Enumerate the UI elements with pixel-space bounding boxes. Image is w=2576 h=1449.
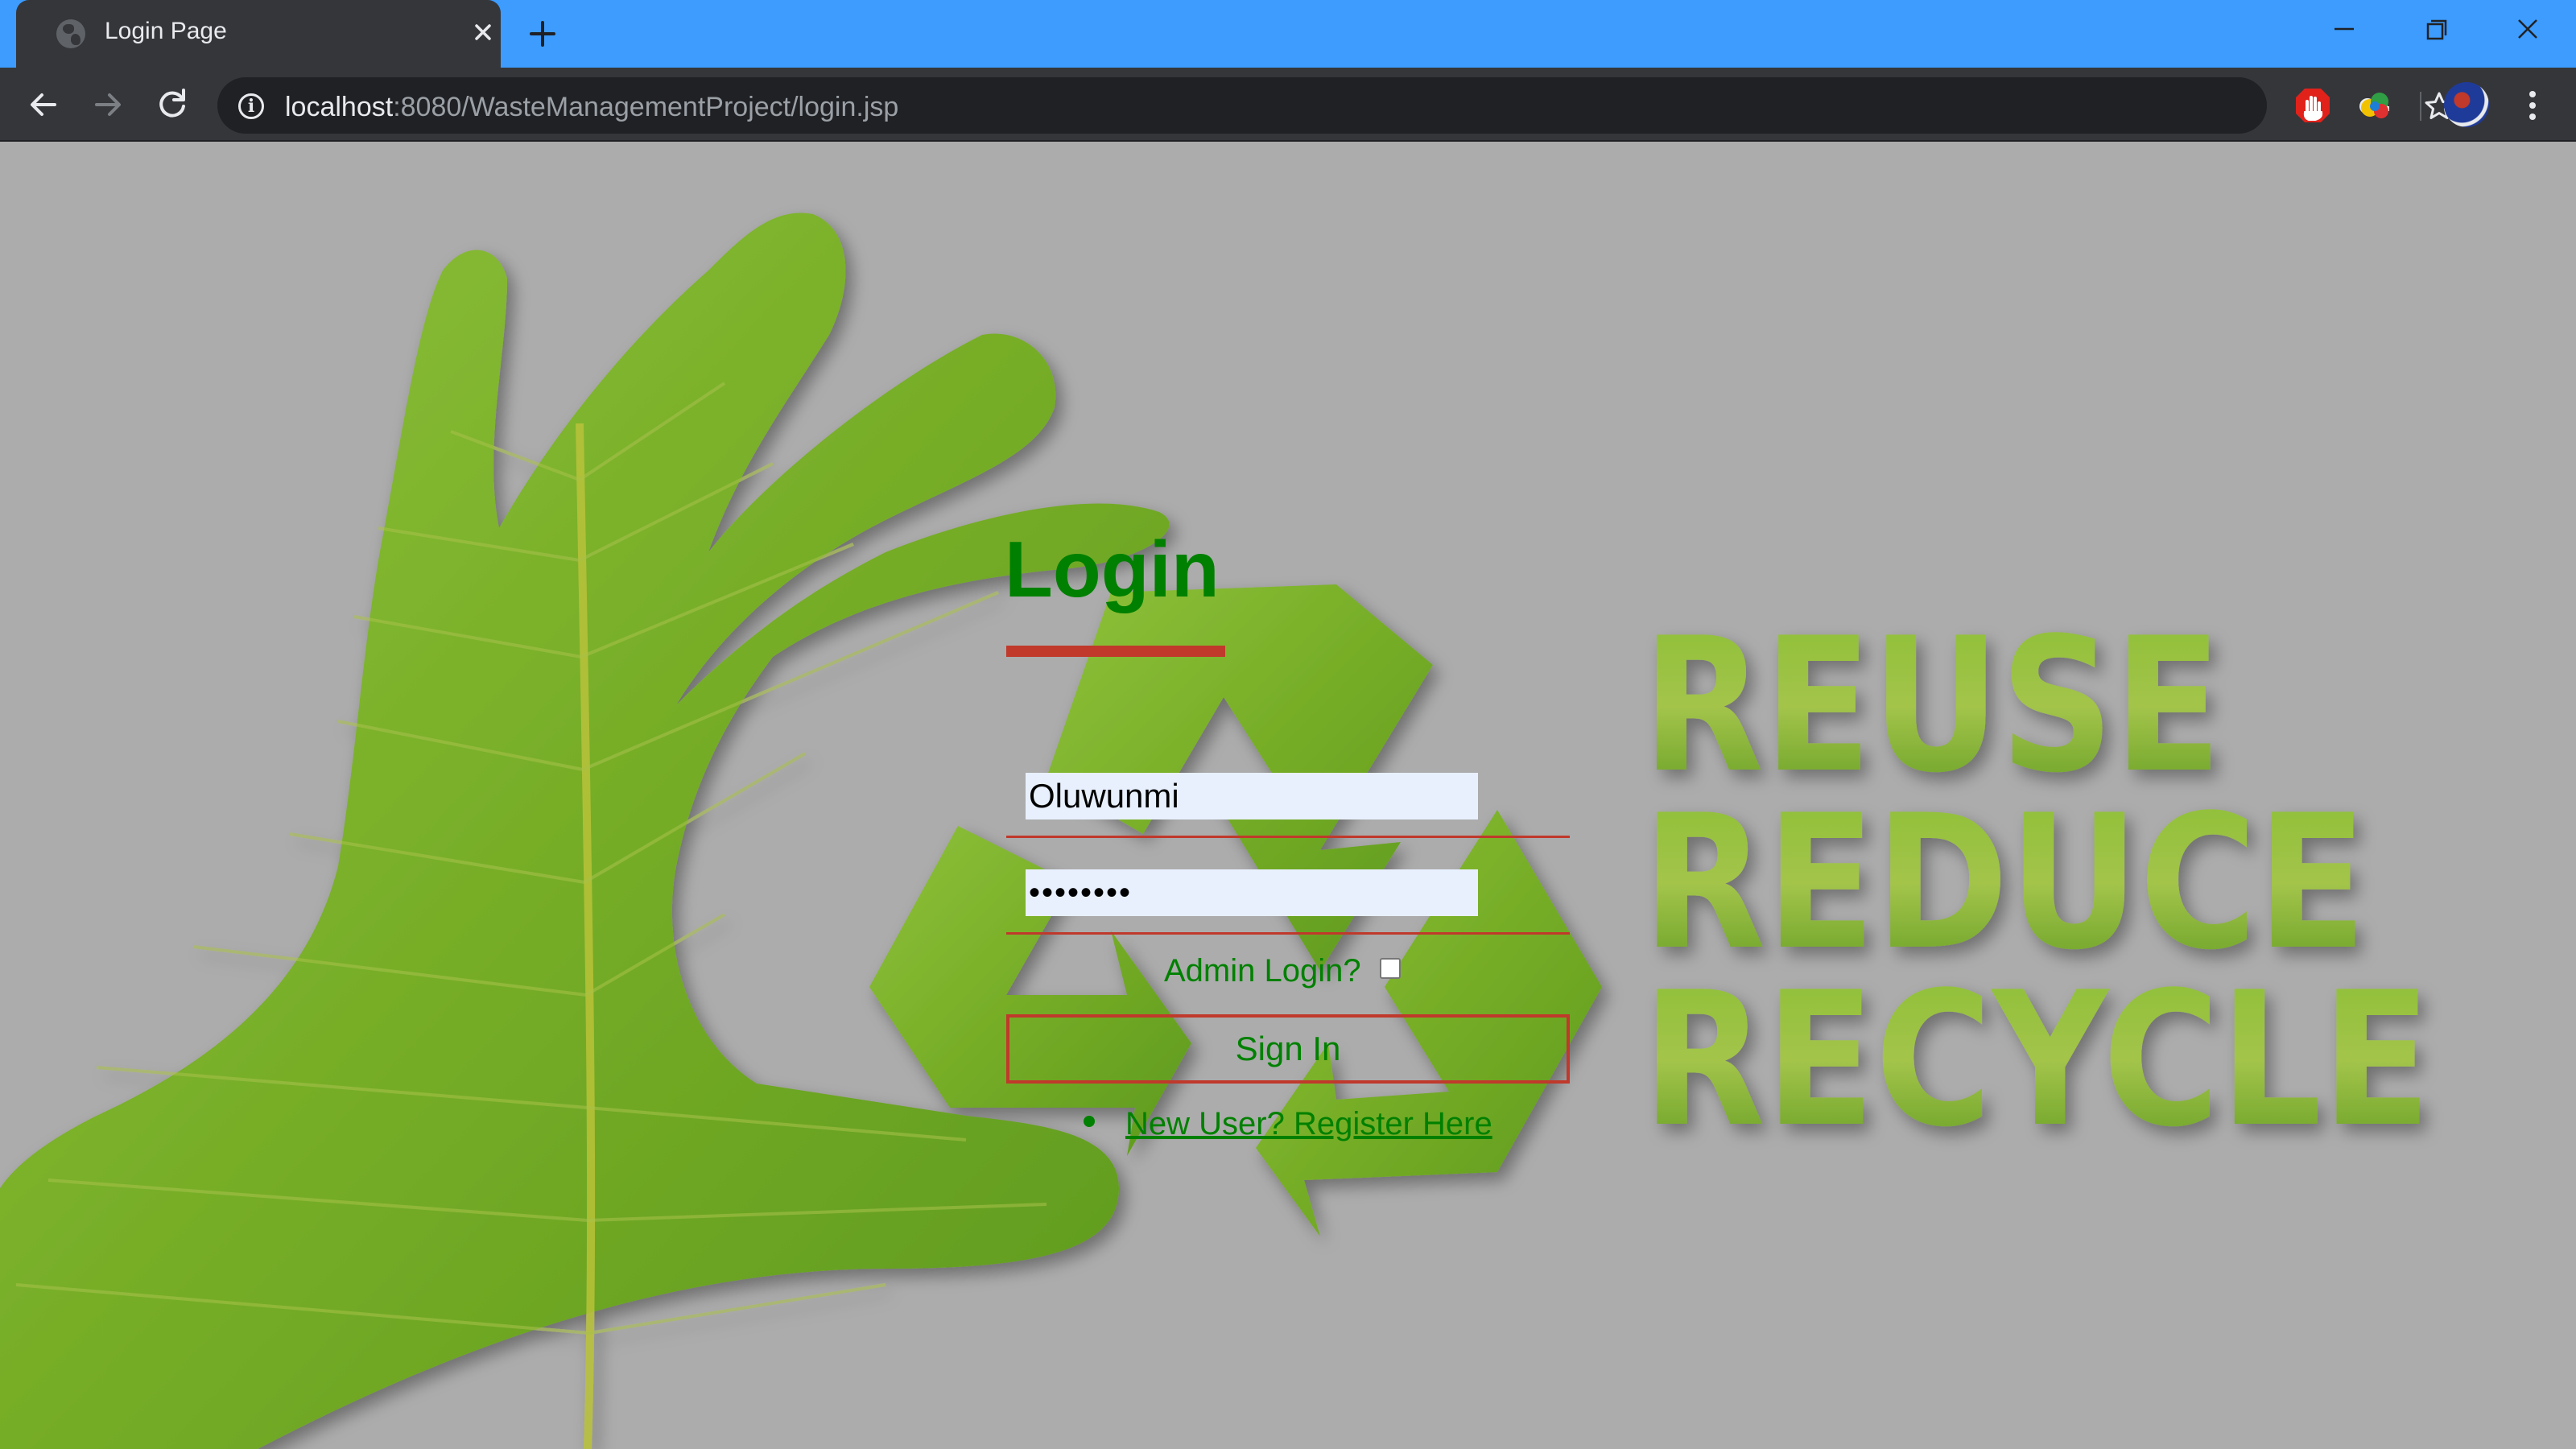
forward-icon[interactable] xyxy=(89,85,127,124)
url-text[interactable]: localhost:8080/WasteManagementProject/lo… xyxy=(285,92,898,123)
close-icon[interactable] xyxy=(467,16,499,48)
admin-login-label: Admin Login? xyxy=(1164,953,1361,989)
browser-toolbar: i localhost:8080/WasteManagementProject/… xyxy=(0,68,2576,142)
browser-tab[interactable]: Login Page xyxy=(16,0,501,68)
adblock-icon[interactable] xyxy=(2293,85,2333,126)
menu-icon[interactable] xyxy=(2516,85,2549,126)
admin-login-checkbox[interactable] xyxy=(1380,958,1401,979)
tab-strip: Login Page xyxy=(0,0,2576,68)
page-title: Login xyxy=(1005,525,1220,613)
url-path: :8080/WasteManagementProject/login.jsp xyxy=(393,92,899,122)
password-underline xyxy=(1006,932,1570,935)
profile-avatar[interactable] xyxy=(2444,82,2489,127)
username-input[interactable] xyxy=(1026,773,1478,819)
list-bullet xyxy=(1084,1116,1095,1127)
url-host: localhost xyxy=(285,92,394,122)
window-close-icon[interactable] xyxy=(2504,11,2552,47)
plus-icon[interactable] xyxy=(525,16,560,52)
title-underline xyxy=(1006,646,1225,657)
info-icon[interactable]: i xyxy=(238,93,264,119)
extension-icon[interactable] xyxy=(2355,85,2396,126)
restore-icon[interactable] xyxy=(2412,11,2460,47)
register-link[interactable]: New User? Register Here xyxy=(1125,1106,1492,1142)
minimize-icon[interactable] xyxy=(2320,11,2368,47)
toolbar-separator xyxy=(2420,92,2421,121)
slogan-recycle: RECYCLE xyxy=(1642,953,2431,1168)
sign-in-button[interactable]: Sign In xyxy=(1006,1014,1570,1084)
address-bar[interactable]: i localhost:8080/WasteManagementProject/… xyxy=(217,77,2454,134)
leaf-hand xyxy=(0,213,1170,1449)
slogan: REUSE REDUCE RECYCLE xyxy=(1642,599,2431,1168)
page-viewport: REUSE REDUCE RECYCLE Login Admin Login? … xyxy=(0,142,2576,1449)
globe-icon xyxy=(56,19,85,48)
username-underline xyxy=(1006,836,1570,838)
tab-title: Login Page xyxy=(105,18,227,44)
password-input[interactable] xyxy=(1026,869,1478,916)
back-icon[interactable] xyxy=(24,85,63,124)
reload-icon[interactable] xyxy=(153,85,192,124)
